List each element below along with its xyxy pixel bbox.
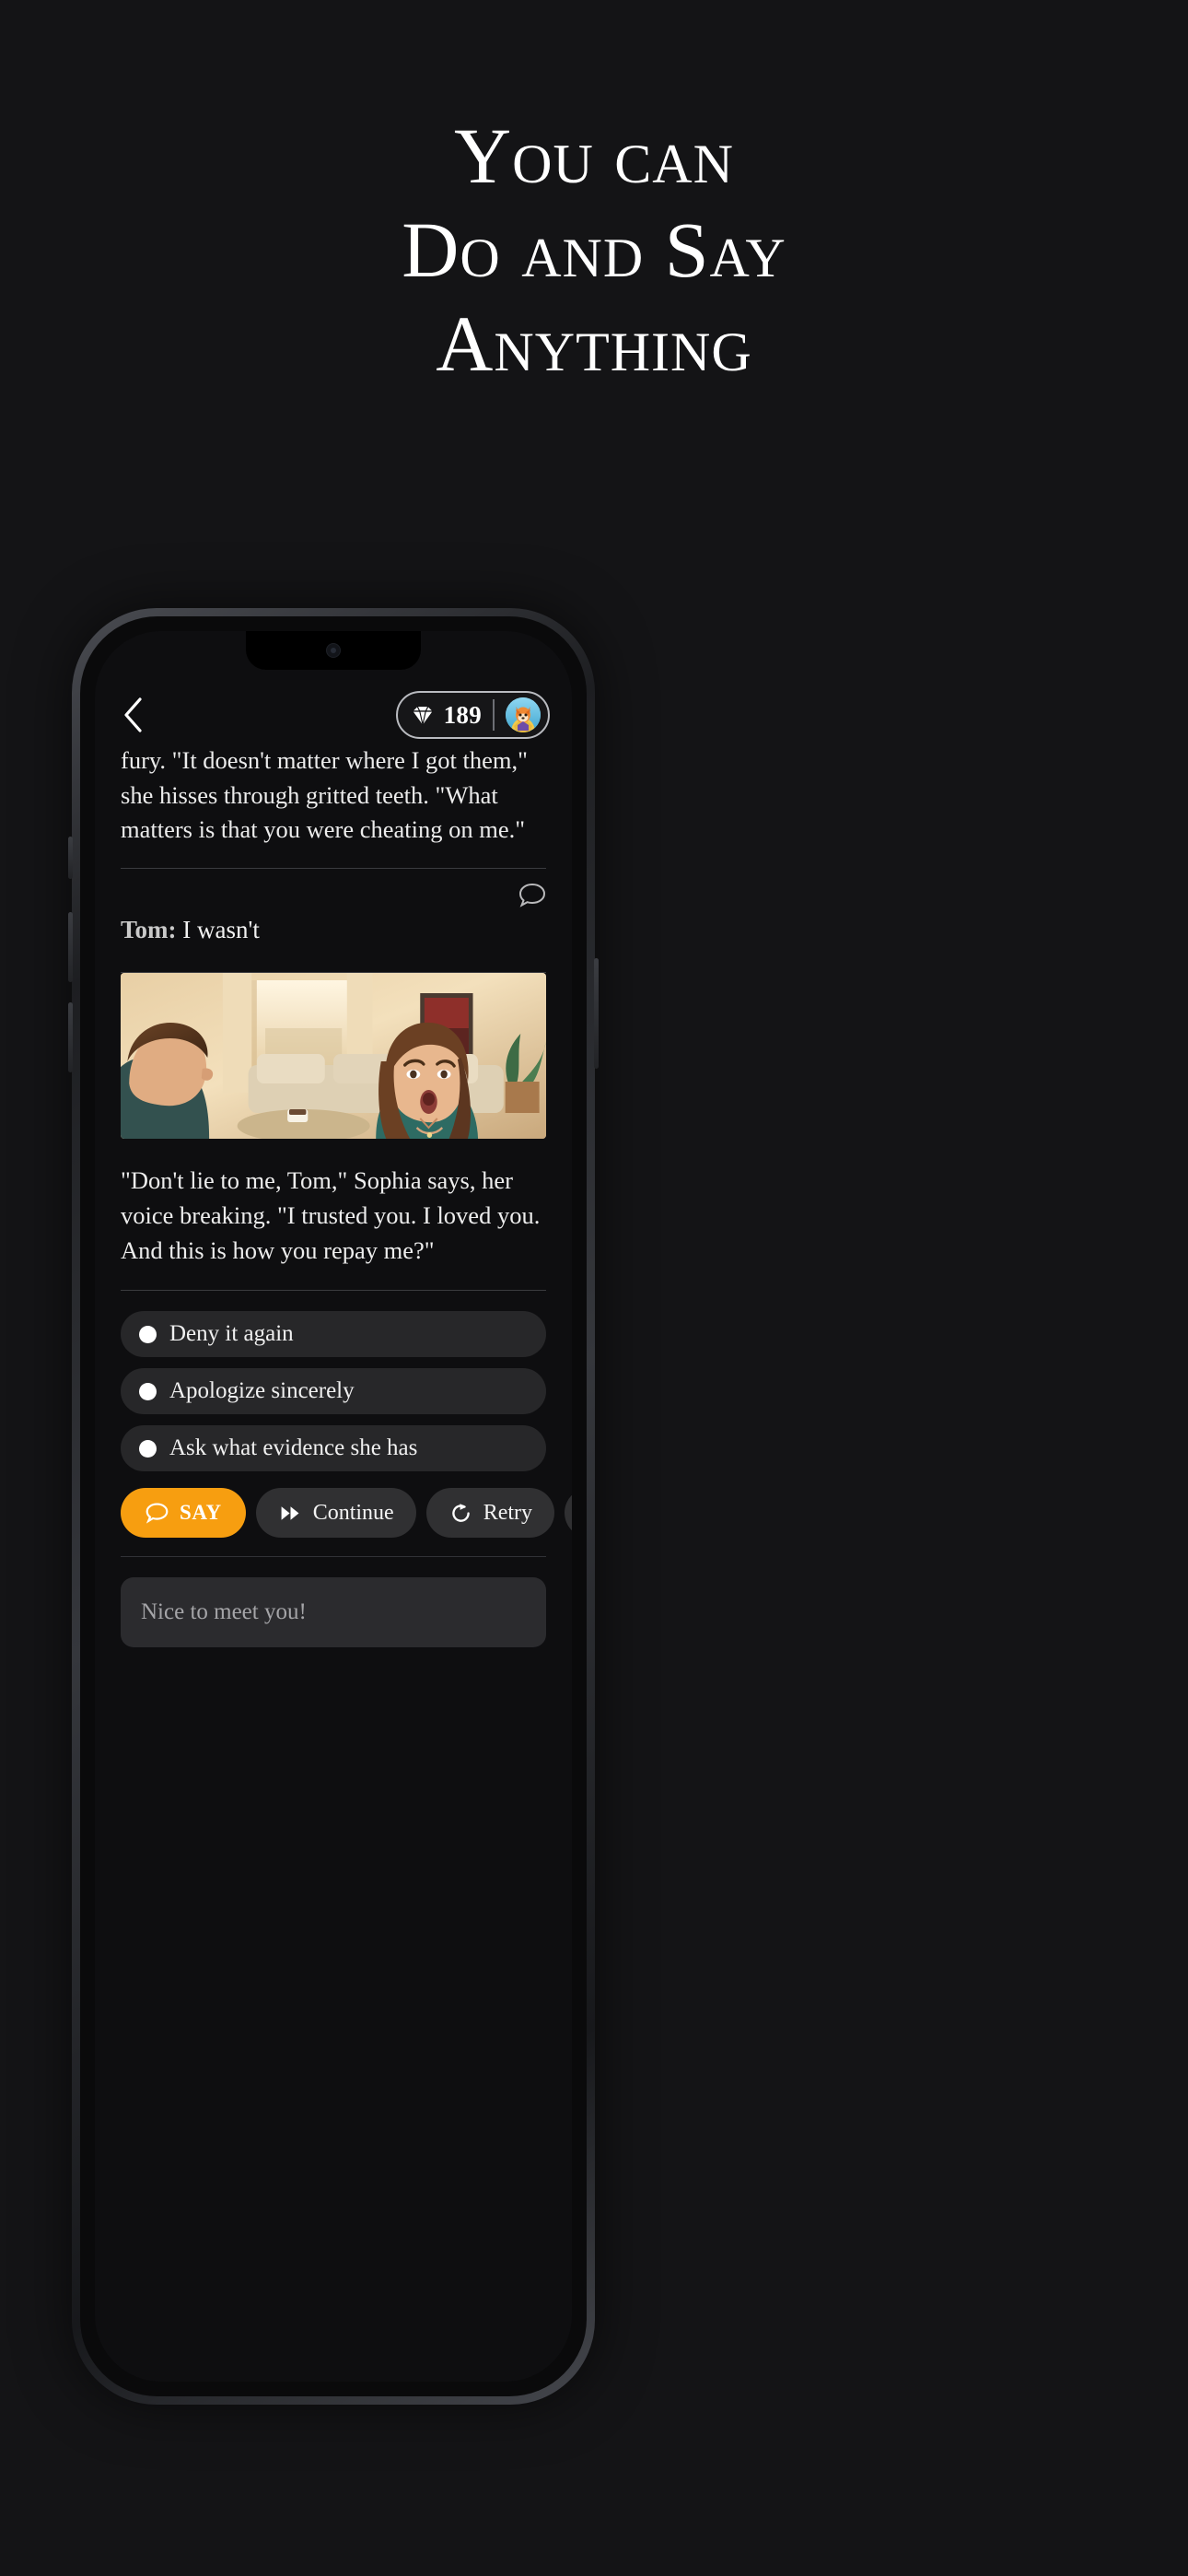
choice-option-1[interactable]: Deny it again (121, 1311, 546, 1358)
message-input[interactable]: Nice to meet you! (121, 1577, 546, 1648)
app-viewport: 189 fury. "It doesn't matter where I got… (95, 631, 572, 2382)
phone-bezel: 189 fury. "It doesn't matter where I got… (80, 616, 587, 2396)
previous-paragraph: fury. "It doesn't matter where I got the… (121, 751, 528, 844)
volume-down-button (68, 1002, 73, 1072)
headline-line-3: Anything (436, 299, 752, 388)
headline-line-2: Do and Say (402, 205, 786, 294)
chevron-left-icon (124, 697, 142, 732)
gem-icon (413, 706, 433, 725)
choice-option-3[interactable]: Ask what evidence she has (121, 1425, 546, 1472)
power-button (594, 958, 599, 1069)
headline-line-1: You can (454, 111, 734, 200)
continue-button[interactable]: Continue (255, 1488, 416, 1539)
gem-count: 189 (443, 700, 482, 729)
phone-mockup: 189 fury. "It doesn't matter where I got… (68, 608, 599, 2405)
pill-divider (493, 699, 495, 731)
continue-label: Continue (312, 1500, 394, 1525)
fox-avatar-icon (506, 697, 541, 732)
player-turn-block: Tom: I wasn't (95, 869, 572, 968)
narration-paragraph: "Don't lie to me, Tom," Sophia says, her… (121, 1165, 541, 1264)
undo-button[interactable]: Undo (565, 1488, 572, 1539)
front-camera-icon (326, 643, 341, 658)
choice-list: Deny it again Apologize sincerely Ask wh… (95, 1291, 572, 1472)
phone-frame: 189 fury. "It doesn't matter where I got… (68, 608, 599, 2405)
choice-label: Deny it again (169, 1321, 294, 1347)
retry-button[interactable]: Retry (425, 1488, 555, 1539)
scene-illustration[interactable] (121, 972, 546, 1139)
choice-option-2[interactable]: Apologize sincerely (121, 1368, 546, 1415)
action-bar: SAY Continue Retry (95, 1471, 572, 1539)
bullet-icon (139, 1439, 157, 1458)
gem-balance-pill[interactable]: 189 (395, 691, 550, 739)
back-button[interactable] (113, 695, 154, 735)
message-input-placeholder: Nice to meet you! (141, 1599, 307, 1625)
page-title: You can Do and Say Anything (0, 109, 1188, 391)
bullet-icon (139, 1382, 157, 1400)
fast-forward-icon (281, 1505, 299, 1520)
scene-artwork (121, 972, 546, 1139)
speaker-name: Tom: (121, 915, 177, 943)
choice-label: Apologize sincerely (169, 1378, 355, 1404)
refresh-icon (451, 1503, 470, 1522)
mute-switch (68, 837, 73, 879)
speech-bubble-icon[interactable] (517, 880, 548, 911)
player-turn-text: Tom: I wasn't (121, 893, 546, 948)
volume-up-button (68, 912, 73, 982)
speech-bubble-icon (146, 1503, 169, 1524)
story-scroll[interactable]: fury. "It doesn't matter where I got the… (95, 751, 572, 2382)
bottom-divider (121, 1556, 546, 1558)
retry-label: Retry (483, 1500, 533, 1525)
bullet-icon (139, 1325, 157, 1343)
turn-message: I wasn't (182, 915, 260, 943)
choice-label: Ask what evidence she has (169, 1435, 418, 1461)
phone-screen: 189 fury. "It doesn't matter where I got… (95, 631, 572, 2382)
app-header: 189 (95, 679, 572, 751)
avatar[interactable] (506, 697, 541, 732)
say-button[interactable]: SAY (121, 1488, 246, 1539)
say-label: SAY (180, 1501, 222, 1525)
